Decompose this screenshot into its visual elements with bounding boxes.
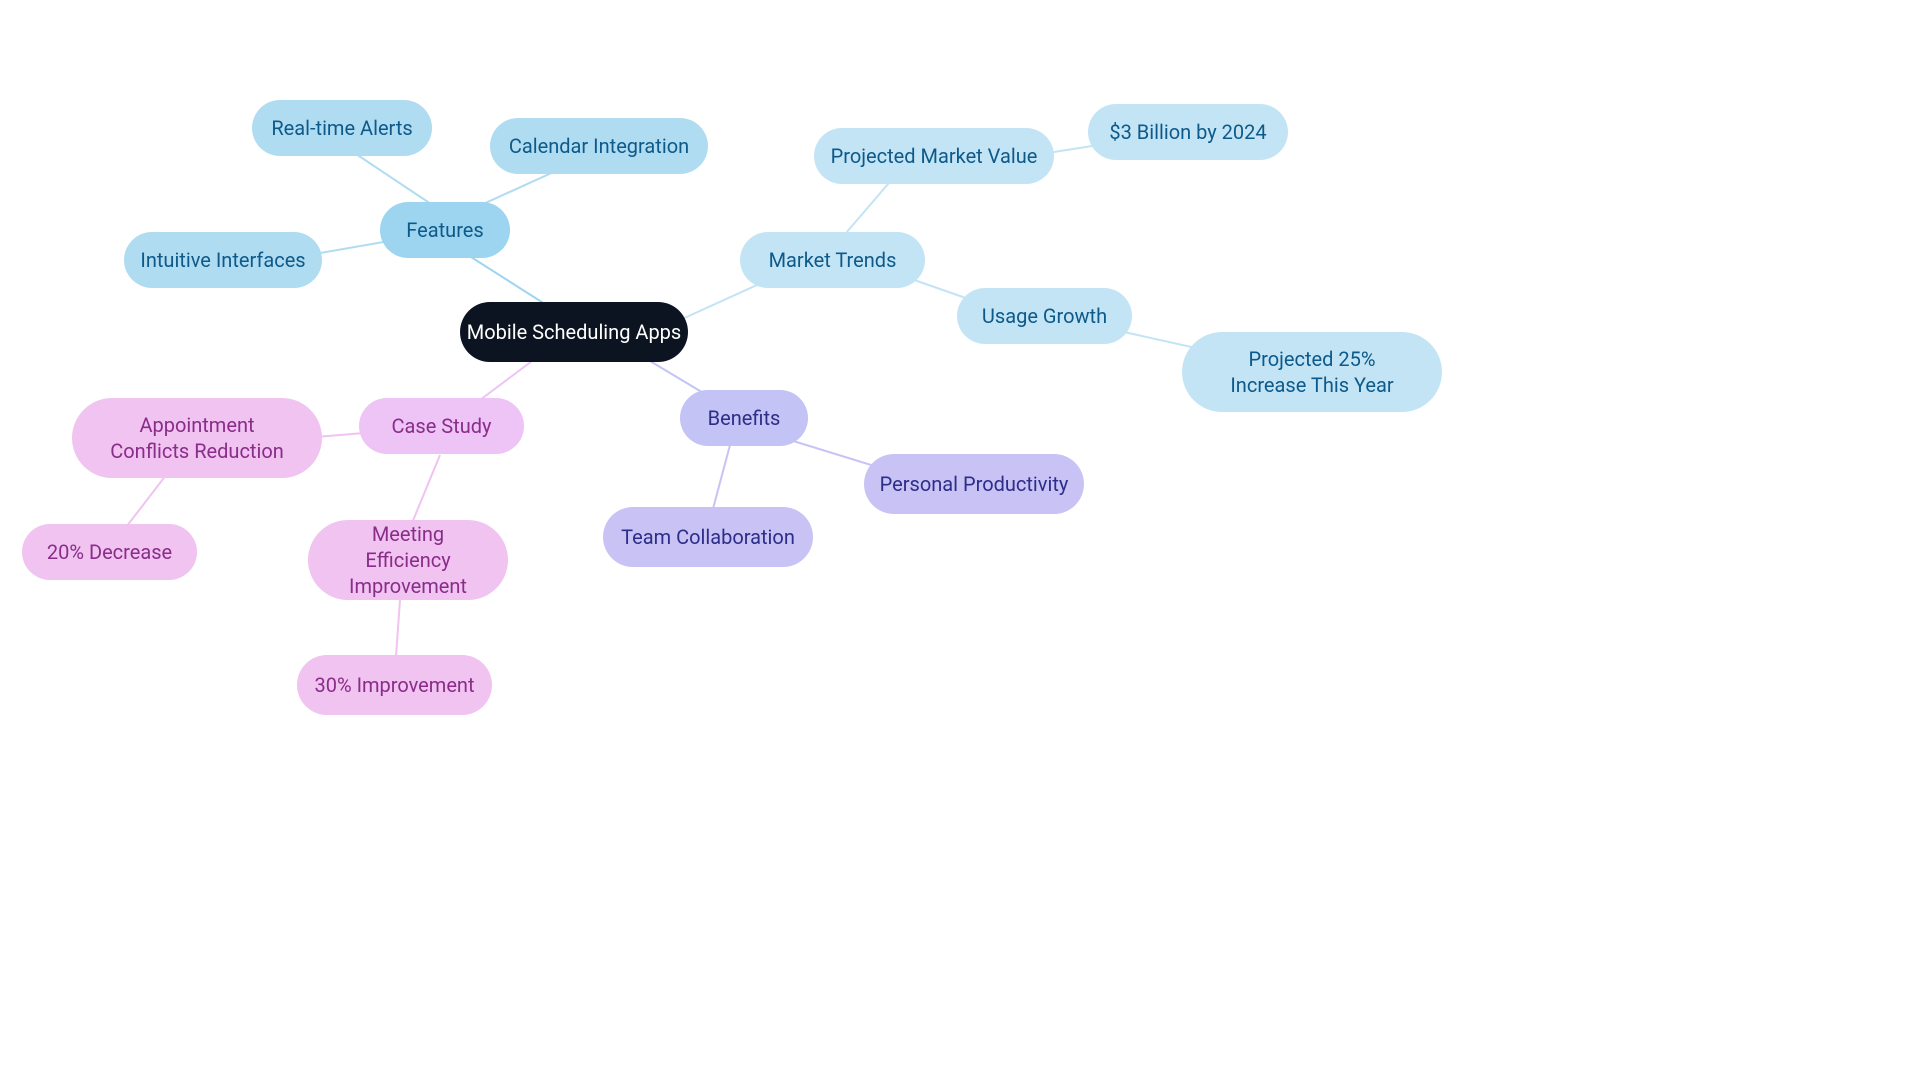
efficiency-value-node[interactable]: 30% Improvement bbox=[297, 655, 492, 715]
features-node[interactable]: Features bbox=[380, 202, 510, 258]
root-node[interactable]: Mobile Scheduling Apps bbox=[460, 302, 688, 362]
conflicts-value-node[interactable]: 20% Decrease bbox=[22, 524, 197, 580]
intuitive-interfaces-node[interactable]: Intuitive Interfaces bbox=[124, 232, 322, 288]
market-trends-node[interactable]: Market Trends bbox=[740, 232, 925, 288]
realtime-alerts-node[interactable]: Real-time Alerts bbox=[252, 100, 432, 156]
benefits-node[interactable]: Benefits bbox=[680, 390, 808, 446]
efficiency-improvement-node[interactable]: Meeting Efficiency Improvement bbox=[308, 520, 508, 600]
personal-productivity-node[interactable]: Personal Productivity bbox=[864, 454, 1084, 514]
case-study-node[interactable]: Case Study bbox=[359, 398, 524, 454]
usage-growth-node[interactable]: Usage Growth bbox=[957, 288, 1132, 344]
calendar-integration-node[interactable]: Calendar Integration bbox=[490, 118, 708, 174]
team-collaboration-node[interactable]: Team Collaboration bbox=[603, 507, 813, 567]
usage-growth-value-node[interactable]: Projected 25% Increase This Year bbox=[1182, 332, 1442, 412]
conflicts-reduction-node[interactable]: Appointment Conflicts Reduction bbox=[72, 398, 322, 478]
projected-market-value-node[interactable]: Projected Market Value bbox=[814, 128, 1054, 184]
market-value-amount-node[interactable]: $3 Billion by 2024 bbox=[1088, 104, 1288, 160]
